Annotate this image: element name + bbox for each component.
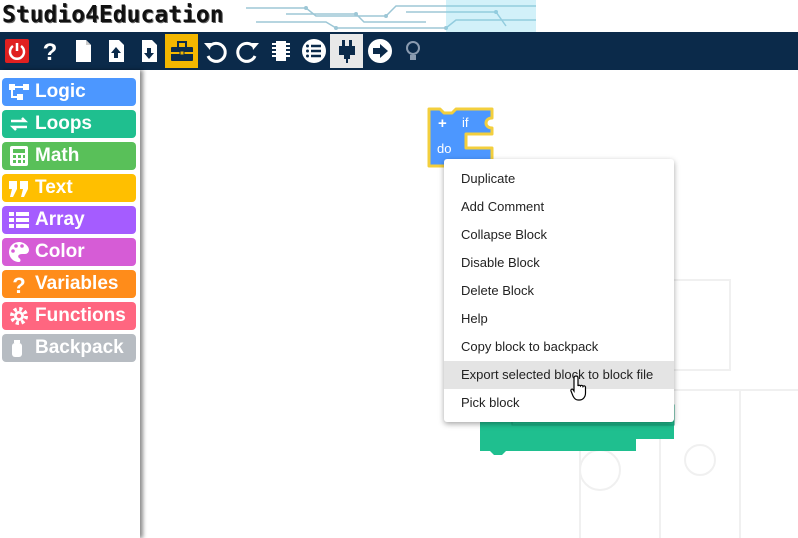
quote-icon	[9, 181, 28, 197]
category-math[interactable]: Math	[2, 142, 136, 170]
redo-button[interactable]	[231, 34, 264, 68]
category-label: Variables	[35, 273, 119, 294]
lightbulb-button[interactable]	[396, 34, 429, 68]
plug-icon	[338, 40, 355, 63]
gear-icon	[10, 307, 28, 325]
undo-icon	[203, 41, 227, 63]
menu-item-delete-block[interactable]: Delete Block	[444, 277, 674, 305]
category-label: Text	[35, 177, 73, 198]
lightbulb-icon	[405, 41, 420, 60]
download-button[interactable]	[132, 34, 165, 68]
app-title: Studio4Education	[2, 2, 224, 28]
category-label: Array	[35, 209, 85, 230]
chip-button[interactable]	[264, 34, 297, 68]
undo-button[interactable]	[198, 34, 231, 68]
menu-item-duplicate[interactable]: Duplicate	[444, 165, 674, 193]
category-color[interactable]: Color	[2, 238, 136, 266]
list-icon	[9, 212, 29, 228]
category-label: Logic	[35, 81, 86, 102]
toolbox-button[interactable]	[165, 34, 198, 68]
palette-icon	[9, 242, 29, 262]
help-button[interactable]: ?	[33, 34, 66, 68]
if-mutator-plus[interactable]: +	[438, 115, 447, 132]
redo-icon	[235, 41, 259, 63]
toolbox-icon	[170, 41, 193, 61]
category-label: Loops	[35, 113, 92, 134]
menu-item-add-comment[interactable]: Add Comment	[444, 193, 674, 221]
category-functions[interactable]: Functions	[2, 302, 136, 330]
chip-icon	[271, 41, 290, 61]
block-context-menu: Duplicate Add Comment Collapse Block Dis…	[444, 159, 674, 422]
category-label: Functions	[35, 305, 126, 326]
svg-text:?: ?	[12, 273, 25, 295]
category-array[interactable]: Array	[2, 206, 136, 234]
category-text[interactable]: Text	[2, 174, 136, 202]
category-sidebar: Logic Loops Math Text Array Color ? Vari…	[0, 70, 140, 538]
svg-text:?: ?	[42, 39, 57, 64]
calculator-icon	[10, 146, 28, 166]
loops-icon	[9, 117, 29, 131]
menu-item-disable-block[interactable]: Disable Block	[444, 249, 674, 277]
new-file-button[interactable]	[66, 34, 99, 68]
menu-item-copy-to-backpack[interactable]: Copy block to backpack	[444, 333, 674, 361]
new-file-icon	[75, 40, 91, 62]
category-backpack[interactable]: Backpack	[2, 334, 136, 362]
export-button[interactable]	[363, 34, 396, 68]
power-button[interactable]	[0, 34, 33, 68]
help-icon: ?	[42, 39, 57, 64]
checklist-icon	[301, 39, 326, 63]
checklist-button[interactable]	[297, 34, 330, 68]
if-label: if	[462, 115, 469, 130]
category-label: Backpack	[35, 337, 124, 358]
category-label: Math	[35, 145, 80, 166]
upload-icon	[108, 40, 124, 62]
hand-cursor-icon	[570, 375, 587, 401]
export-arrow-icon	[367, 39, 392, 63]
menu-item-collapse-block[interactable]: Collapse Block	[444, 221, 674, 249]
connect-button[interactable]	[330, 34, 363, 68]
logic-icon	[9, 84, 29, 100]
category-label: Color	[35, 241, 85, 262]
do-label: do	[437, 141, 451, 156]
brand-header: Studio4Education	[0, 0, 798, 32]
download-icon	[141, 40, 157, 62]
menu-item-pick-block[interactable]: Pick block	[444, 389, 674, 417]
menu-item-help[interactable]: Help	[444, 305, 674, 333]
backpack-icon	[12, 340, 22, 357]
category-loops[interactable]: Loops	[2, 110, 136, 138]
upload-button[interactable]	[99, 34, 132, 68]
power-icon	[4, 39, 29, 63]
circuit-banner-graphic	[246, 0, 536, 32]
category-logic[interactable]: Logic	[2, 78, 136, 106]
question-icon: ?	[12, 273, 25, 295]
menu-item-export-block-file[interactable]: Export selected block to block file	[444, 361, 674, 389]
main-toolbar: ?	[0, 32, 798, 70]
category-variables[interactable]: ? Variables	[2, 270, 136, 298]
